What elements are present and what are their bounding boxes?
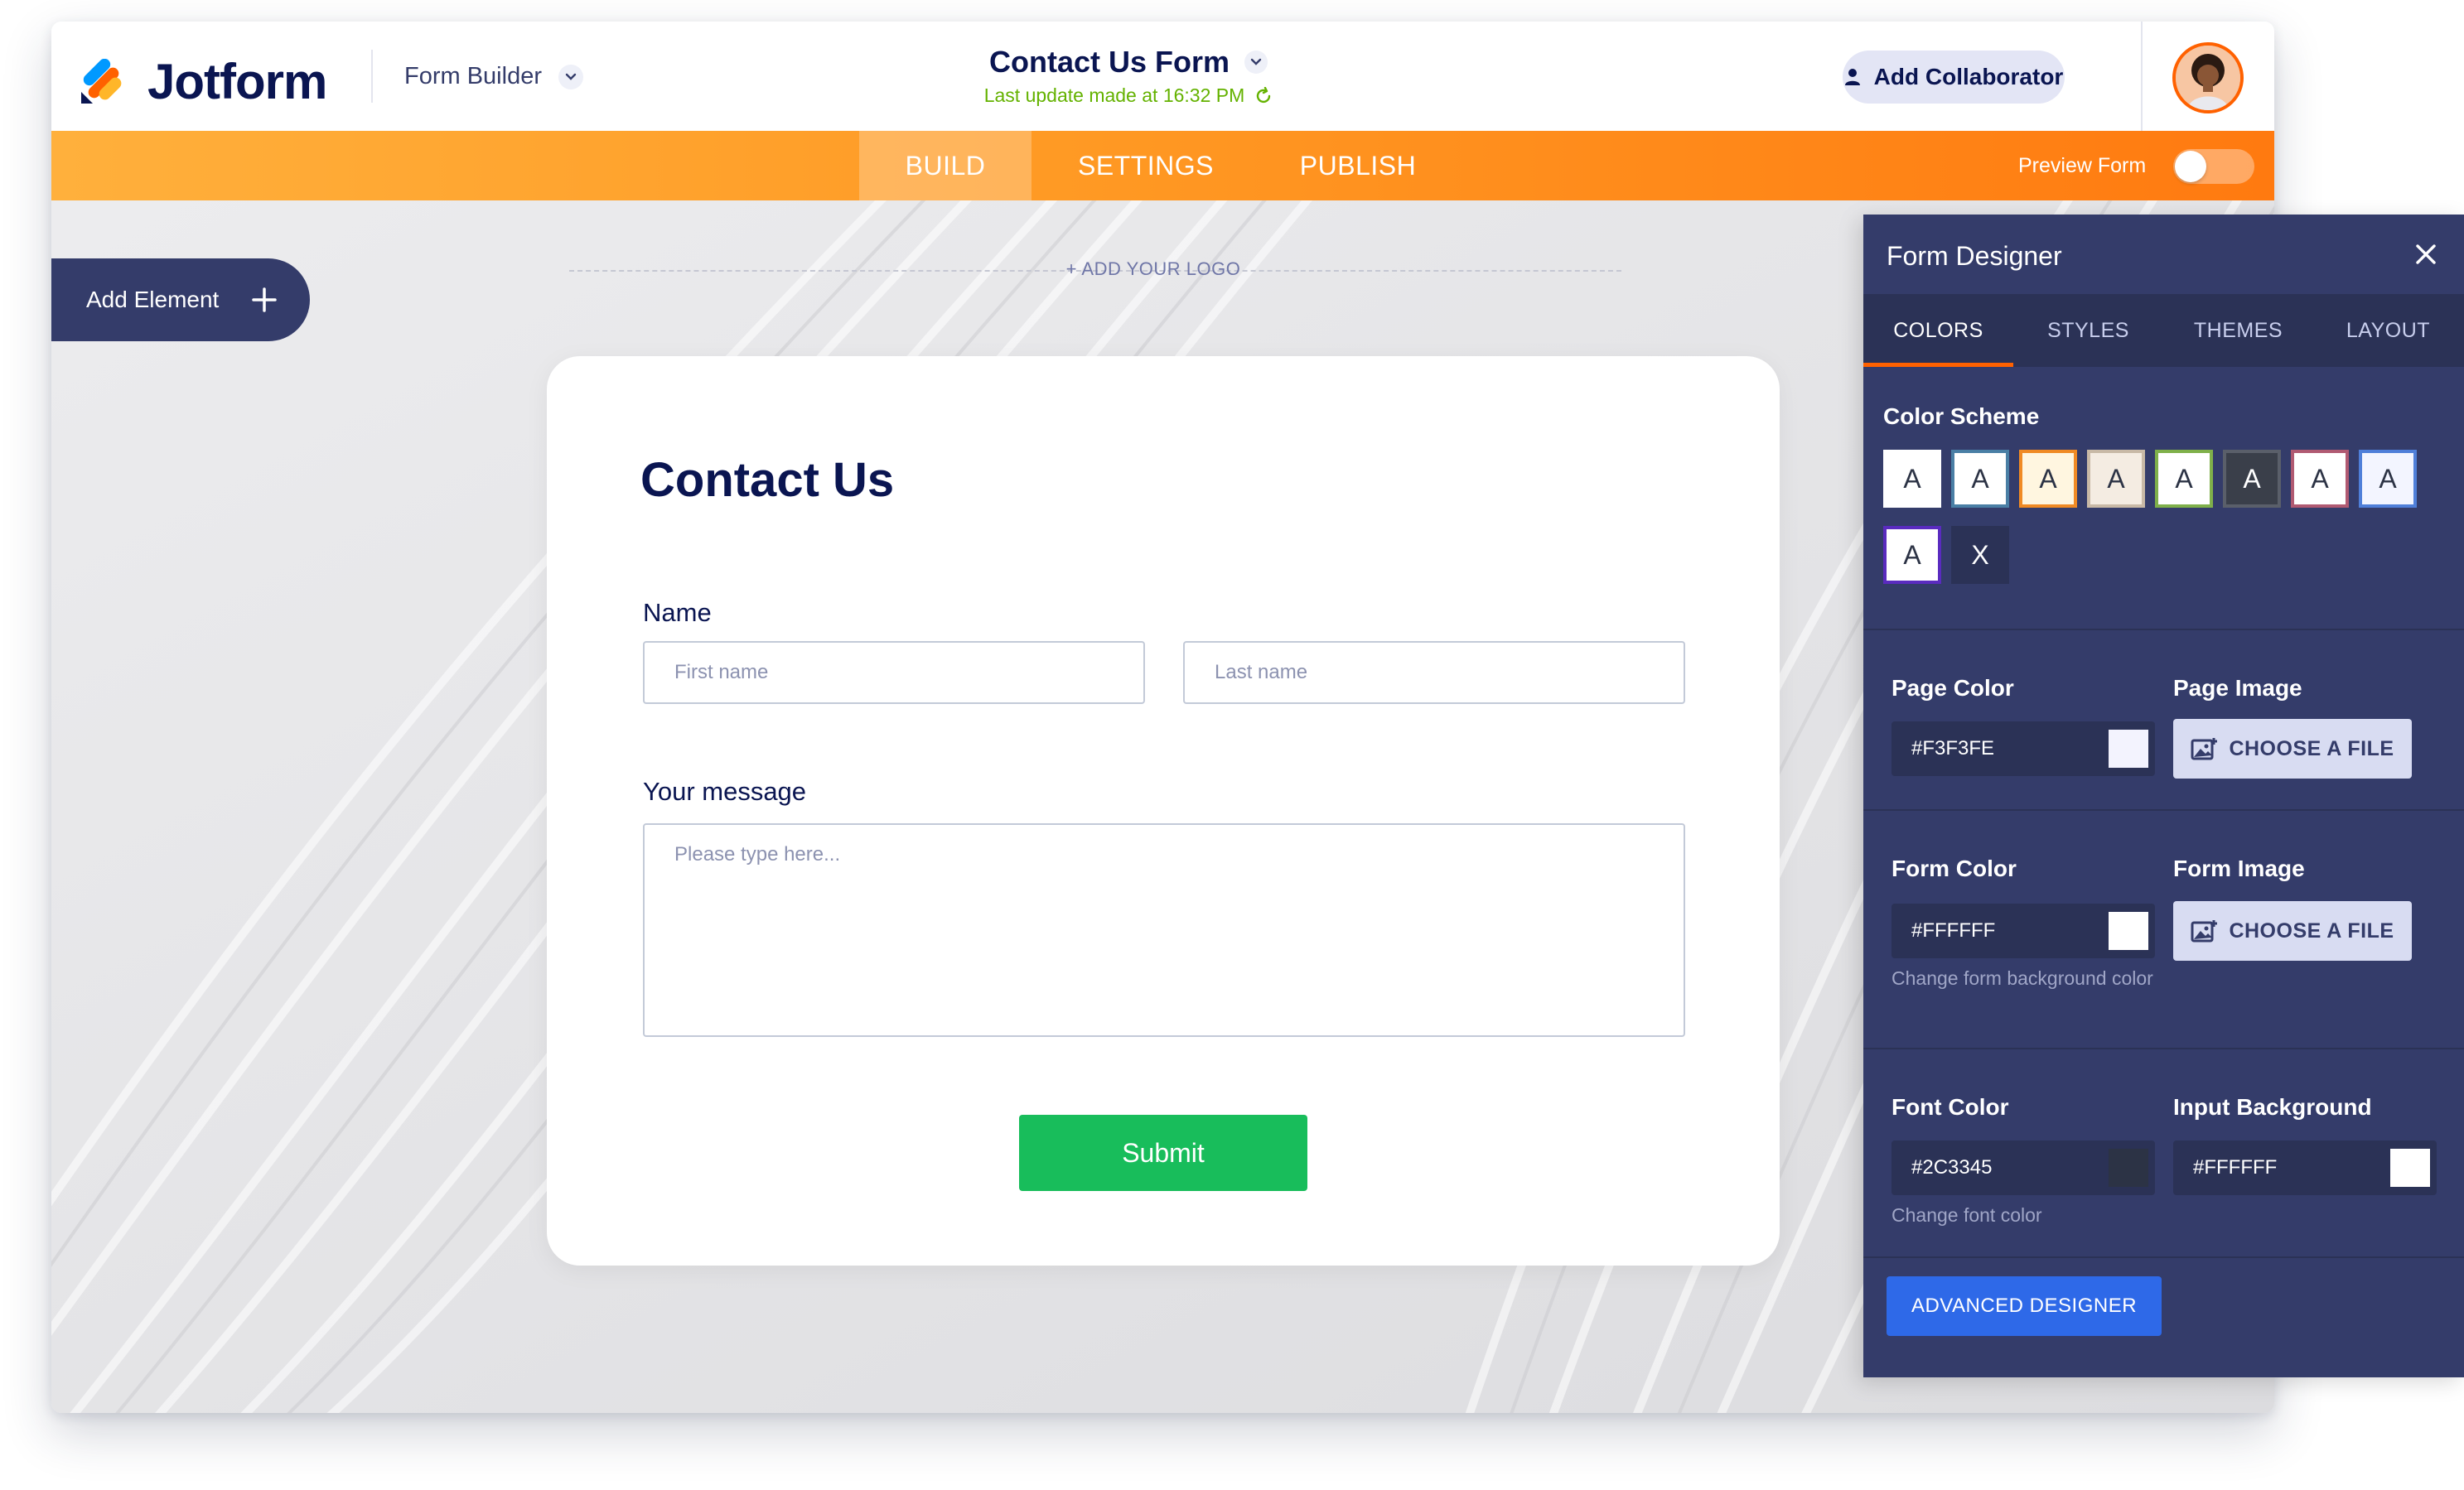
top-header: Jotform Form Builder Contact Us Form Las…	[51, 22, 2274, 131]
form-builder-dropdown[interactable]: Form Builder	[404, 63, 583, 90]
color-scheme-swatch[interactable]: A	[2087, 450, 2145, 508]
form-designer-panel: Form Designer COLORS STYLES THEMES LAYOU…	[1863, 215, 2464, 1377]
page-color-label: Page Color	[1891, 675, 2014, 701]
reset-scheme-button[interactable]: X	[1951, 526, 2009, 584]
avatar[interactable]	[2172, 42, 2244, 113]
user-avatar-image	[2176, 46, 2240, 110]
tab-styles[interactable]: STYLES	[2013, 294, 2163, 367]
designer-tabs: COLORS STYLES THEMES LAYOUT	[1863, 294, 2464, 367]
add-collaborator-button[interactable]: Add Collaborator	[1843, 51, 2065, 104]
brand-name: Jotform	[147, 54, 327, 109]
image-upload-icon	[2191, 738, 2218, 760]
font-color-hint: Change font color	[1891, 1204, 2042, 1226]
advanced-designer-button[interactable]: ADVANCED DESIGNER	[1887, 1276, 2162, 1336]
last-update-text: Last update made at 16:32 PM	[983, 84, 1245, 106]
page-image-choose-button[interactable]: CHOOSE A FILE	[2173, 719, 2412, 779]
color-scheme-swatch[interactable]: A	[1883, 526, 1941, 584]
color-scheme-swatch[interactable]: A	[2291, 450, 2349, 508]
color-scheme-swatch[interactable]: A	[1951, 450, 2009, 508]
plus-icon	[252, 287, 278, 312]
add-element-label: Add Element	[86, 287, 220, 312]
section-divider	[1863, 629, 2464, 630]
chevron-down-icon	[558, 64, 583, 89]
tab-settings[interactable]: SETTINGS	[1031, 131, 1260, 200]
color-scheme-swatch[interactable]: A	[2155, 450, 2213, 508]
last-update-status: Last update made at 16:32 PM	[984, 84, 1273, 107]
submit-button[interactable]: Submit	[1019, 1115, 1307, 1191]
input-background-value: #FFFFFF	[2193, 1156, 2278, 1179]
builder-label: Form Builder	[404, 63, 542, 89]
message-label: Your message	[643, 777, 807, 806]
form-image-label: Form Image	[2173, 856, 2305, 881]
page-image-label: Page Image	[2173, 675, 2302, 701]
page-color-chip[interactable]	[2107, 728, 2150, 769]
color-scheme-label: Color Scheme	[1883, 403, 2040, 429]
refresh-icon	[1257, 86, 1271, 103]
form-color-label: Form Color	[1891, 856, 2017, 881]
form-color-input[interactable]: #FFFFFF	[1891, 904, 2155, 958]
jotform-logo[interactable]: Jotform	[80, 53, 327, 110]
form-title: Contact Us Form	[988, 45, 1230, 79]
preview-form-toggle[interactable]	[2173, 149, 2254, 184]
name-label: Name	[643, 598, 712, 627]
color-scheme-swatch[interactable]: A	[2223, 450, 2281, 508]
section-divider	[1863, 809, 2464, 811]
tab-colors[interactable]: COLORS	[1863, 294, 2013, 367]
font-color-chip[interactable]	[2107, 1147, 2150, 1189]
header-divider	[371, 50, 373, 103]
tab-build[interactable]: BUILD	[859, 131, 1031, 200]
input-background-label: Input Background	[2173, 1094, 2372, 1120]
input-background-chip[interactable]	[2389, 1147, 2432, 1189]
form-heading[interactable]: Contact Us	[640, 452, 894, 508]
jotform-logo-icon	[81, 58, 122, 104]
form-image-choose-button[interactable]: CHOOSE A FILE	[2173, 901, 2412, 961]
form-color-chip[interactable]	[2107, 910, 2150, 952]
choose-file-label: CHOOSE A FILE	[2229, 919, 2394, 943]
add-logo-link[interactable]: + ADD YOUR LOGO	[1029, 258, 1278, 280]
font-color-input[interactable]: #2C3345	[1891, 1140, 2155, 1195]
header-divider	[2141, 22, 2143, 131]
form-title-block: Contact Us Form Last update made at 16:3…	[880, 45, 1377, 107]
color-scheme-swatch[interactable]: A	[1883, 450, 1941, 508]
last-name-input[interactable]: Last name	[1183, 641, 1685, 704]
designer-title: Form Designer	[1887, 241, 2062, 271]
add-element-button[interactable]: Add Element	[51, 258, 310, 341]
tab-themes[interactable]: THEMES	[2163, 294, 2313, 367]
tab-publish[interactable]: PUBLISH	[1260, 131, 1456, 200]
user-icon	[1844, 69, 1860, 85]
chevron-down-icon	[1244, 51, 1268, 74]
color-scheme-swatch[interactable]: A	[2359, 450, 2417, 508]
page-color-value: #F3F3FE	[1911, 737, 1995, 759]
page-color-input[interactable]: #F3F3FE	[1891, 721, 2155, 776]
toggle-knob	[2175, 151, 2206, 182]
font-color-value: #2C3345	[1911, 1156, 1993, 1179]
image-upload-icon	[2191, 920, 2218, 943]
tab-layout[interactable]: LAYOUT	[2313, 294, 2463, 367]
input-background-input[interactable]: #FFFFFF	[2173, 1140, 2437, 1195]
builder-nav: BUILD SETTINGS PUBLISH Preview Form	[51, 131, 2274, 200]
preview-form-label: Preview Form	[2018, 154, 2147, 177]
add-collaborator-label: Add Collaborator	[1873, 64, 2064, 89]
form-title-dropdown[interactable]: Contact Us Form	[989, 45, 1268, 80]
choose-file-label: CHOOSE A FILE	[2229, 736, 2394, 760]
form-color-value: #FFFFFF	[1911, 919, 1996, 942]
form-color-hint: Change form background color	[1891, 967, 2153, 989]
font-color-label: Font Color	[1891, 1094, 2009, 1120]
message-textarea[interactable]: Please type here...	[643, 823, 1685, 1037]
section-divider	[1863, 1256, 2464, 1258]
close-icon[interactable]	[2414, 243, 2437, 266]
section-divider	[1863, 1048, 2464, 1049]
first-name-input[interactable]: First name	[643, 641, 1145, 704]
form-card: Contact Us Name First name Last name You…	[547, 356, 1780, 1266]
color-scheme-swatch[interactable]: A	[2019, 450, 2077, 508]
